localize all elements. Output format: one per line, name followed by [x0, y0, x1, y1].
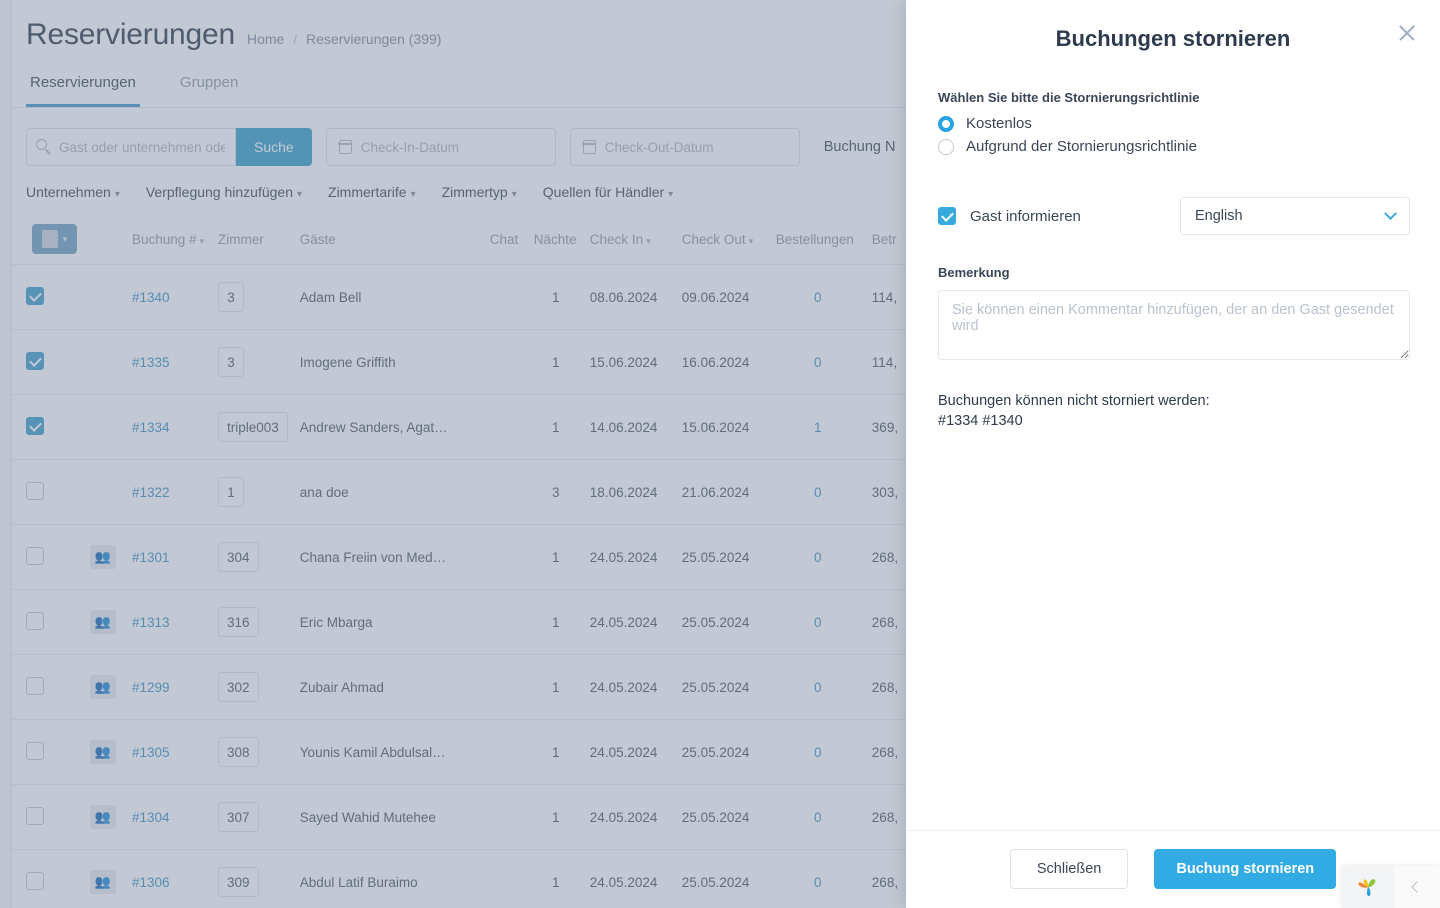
policy-option-label: Aufgrund der Stornierungsrichtlinie	[966, 138, 1197, 155]
language-selected-value: English	[1195, 208, 1243, 224]
not-cancellable-ids: #1334 #1340	[938, 413, 1023, 429]
close-icon[interactable]	[1394, 20, 1420, 46]
policy-option-kostenlos[interactable]: Kostenlos	[938, 115, 1410, 132]
remark-block: Bemerkung	[938, 265, 1410, 365]
chat-widget[interactable]	[1342, 866, 1440, 908]
language-select[interactable]: English	[1180, 197, 1410, 235]
cancel-bookings-dialog: Buchungen stornieren Wählen Sie bitte di…	[906, 0, 1440, 908]
dialog-header: Buchungen stornieren	[906, 0, 1440, 52]
dialog-body: Wählen Sie bitte die Stornierungsrichtli…	[906, 52, 1440, 830]
remark-label: Bemerkung	[938, 265, 1010, 280]
close-button[interactable]: Schließen	[1009, 849, 1129, 889]
policy-option-label: Kostenlos	[966, 115, 1032, 132]
chevron-left-icon	[1411, 881, 1423, 893]
checkbox-checked-icon[interactable]	[938, 207, 956, 225]
app-root: Reservierungen Home / Reservierungen (39…	[0, 0, 1440, 908]
not-cancellable-text: Buchungen können nicht storniert werden:	[938, 393, 1210, 409]
chat-logo-icon[interactable]	[1342, 866, 1394, 908]
chevron-down-icon	[1384, 206, 1397, 220]
dialog-title: Buchungen stornieren	[1055, 26, 1291, 51]
policy-option-richtlinie[interactable]: Aufgrund der Stornierungsrichtlinie	[938, 138, 1410, 155]
modal-overlay[interactable]	[0, 0, 906, 908]
inform-guest-label: Gast informieren	[970, 207, 1081, 225]
cancel-booking-button[interactable]: Buchung stornieren	[1154, 849, 1337, 889]
radio-unselected-icon[interactable]	[938, 138, 954, 155]
inform-guest-toggle[interactable]: Gast informieren	[938, 207, 1180, 225]
not-cancellable-notice: Buchungen können nicht storniert werden:…	[938, 391, 1410, 431]
remark-textarea[interactable]	[938, 290, 1410, 360]
chat-collapse-button[interactable]	[1394, 866, 1440, 908]
radio-selected-icon[interactable]	[938, 115, 954, 132]
inform-guest-row: Gast informieren English	[938, 197, 1410, 235]
policy-label: Wählen Sie bitte die Stornierungsrichtli…	[938, 90, 1200, 105]
